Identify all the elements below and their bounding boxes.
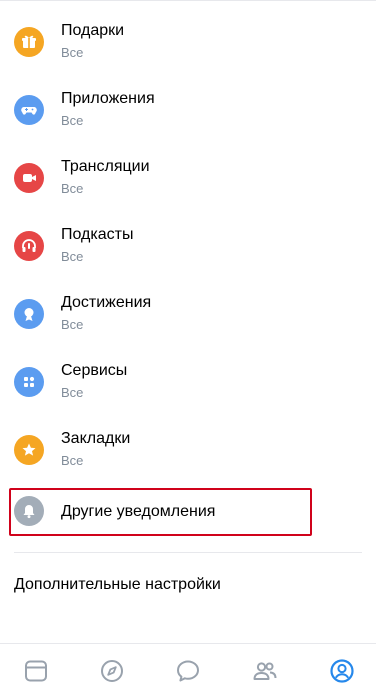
headphones-icon [14,231,44,261]
setting-row-broadcasts[interactable]: Трансляции Все [0,136,376,204]
messages-icon[interactable] [174,657,202,685]
setting-row-title: Трансляции [61,158,150,175]
star-icon [14,435,44,465]
video-camera-icon [14,163,44,193]
section-divider [14,552,362,553]
additional-settings-link[interactable]: Дополнительные настройки [14,576,221,594]
medal-icon [14,299,44,329]
setting-row-title: Подарки [61,22,125,39]
newsfeed-icon[interactable] [22,657,50,685]
setting-row-title: Приложения [61,90,155,107]
gamepad-icon [14,95,44,125]
setting-row-subtitle: Все [61,113,84,128]
setting-row-subtitle: Все [61,181,84,196]
setting-row-subtitle: Все [61,317,84,332]
setting-row-title: Достижения [61,294,152,311]
friends-icon[interactable] [251,657,279,685]
setting-row-title: Закладки [61,430,131,447]
setting-row-subtitle: Все [61,45,84,60]
setting-row-subtitle: Все [61,453,84,468]
setting-row-gifts[interactable]: Подарки Все [0,0,376,68]
services-grid-icon [14,367,44,397]
setting-row-title: Подкасты [61,226,134,243]
setting-row-apps[interactable]: Приложения Все [0,68,376,136]
setting-row-achievements[interactable]: Достижения Все [0,272,376,340]
gift-icon [14,27,44,57]
setting-row-podcasts[interactable]: Подкасты Все [0,204,376,272]
profile-icon[interactable] [328,657,356,685]
setting-row-bookmarks[interactable]: Закладки Все [0,408,376,476]
setting-row-subtitle: Все [61,249,84,264]
setting-row-title: Сервисы [61,362,128,379]
highlight-frame [9,488,312,536]
setting-row-subtitle: Все [61,385,84,400]
setting-row-services[interactable]: Сервисы Все [0,340,376,408]
explore-compass-icon[interactable] [98,657,126,685]
bottom-tab-bar [0,643,376,699]
